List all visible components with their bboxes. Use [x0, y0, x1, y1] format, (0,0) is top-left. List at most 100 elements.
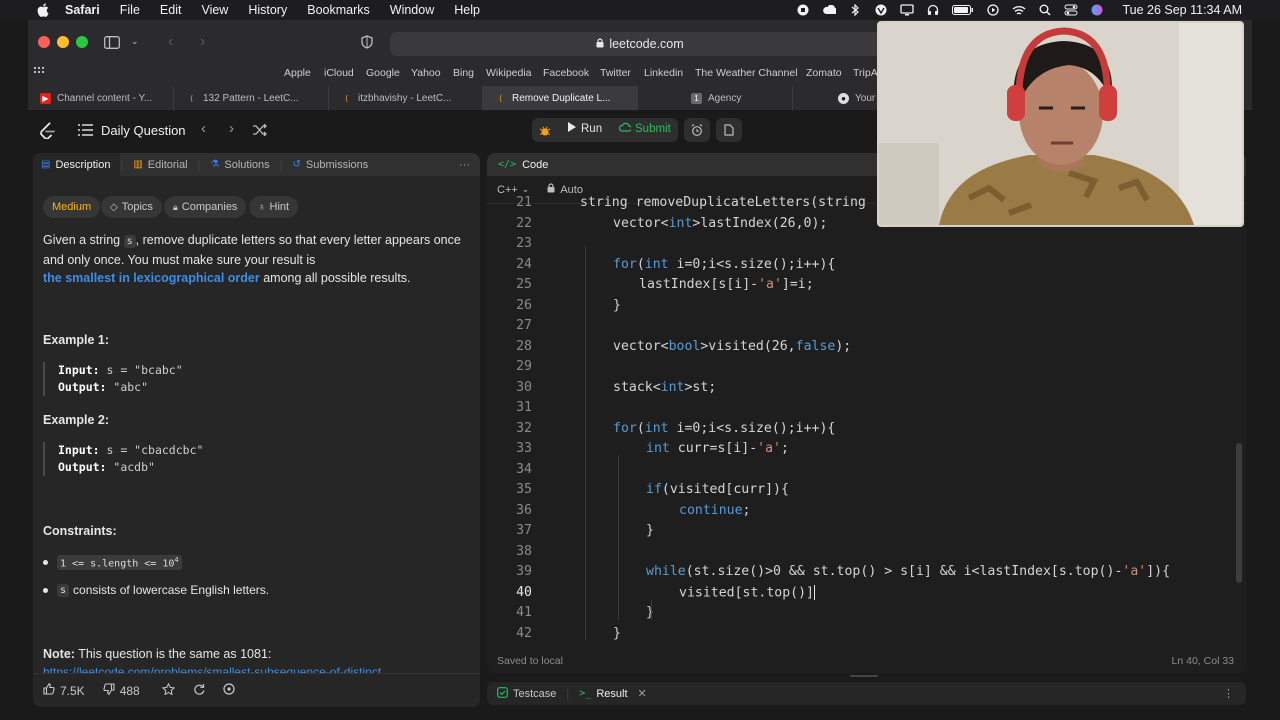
- line-number: 24: [516, 257, 532, 272]
- alarm-clock-icon[interactable]: [684, 118, 710, 142]
- favorite-link[interactable]: Wikipedia: [486, 67, 532, 79]
- code-editor[interactable]: 21 string removeDuplicateLetters(string …: [487, 195, 1246, 645]
- url-text: leetcode.com: [609, 37, 684, 51]
- favorite-link[interactable]: The Weather Channel: [695, 67, 798, 79]
- code-line: }: [613, 626, 621, 641]
- favorite-link[interactable]: Zomato: [806, 67, 842, 79]
- tab-submissions[interactable]: ↺ Submissions: [283, 153, 379, 176]
- tab-title: Agency: [708, 92, 742, 104]
- browser-tab[interactable]: ⟨ 132 Pattern - LeetC...: [174, 86, 329, 110]
- browser-tab[interactable]: 1 Agency: [638, 86, 793, 110]
- siri-icon[interactable]: [1090, 4, 1104, 16]
- hint-label: Hint: [269, 201, 290, 213]
- vpn-icon[interactable]: [874, 4, 888, 16]
- language-selector[interactable]: C++ ⌄: [497, 184, 529, 196]
- next-problem-icon[interactable]: ›: [229, 120, 234, 137]
- daily-question-title[interactable]: Daily Question: [101, 123, 186, 138]
- more-options-icon[interactable]: ⋮: [1223, 687, 1234, 700]
- play-circle-icon[interactable]: [986, 4, 1000, 16]
- tab-solutions[interactable]: ⚗ Solutions: [200, 153, 279, 176]
- webcam-overlay: [877, 21, 1244, 227]
- favorite-link[interactable]: Apple: [284, 67, 311, 79]
- star-icon[interactable]: [161, 682, 175, 698]
- menu-history[interactable]: History: [248, 3, 287, 17]
- hint-tag[interactable]: ♁ Hint: [249, 196, 299, 218]
- favorite-link[interactable]: TripA: [853, 67, 878, 79]
- back-icon[interactable]: ‹: [168, 33, 173, 51]
- submit-button[interactable]: Submit: [618, 122, 671, 135]
- display-icon[interactable]: [900, 4, 915, 16]
- favorite-link[interactable]: Yahoo: [411, 67, 441, 79]
- tab-editorial[interactable]: ▥ Editorial: [123, 153, 197, 176]
- companies-tag[interactable]: 🔒︎ Companies: [164, 196, 247, 218]
- close-icon[interactable]: ✕: [638, 687, 647, 700]
- share-icon[interactable]: [193, 683, 205, 698]
- favorite-link[interactable]: Twitter: [600, 67, 631, 79]
- battery-icon[interactable]: [952, 4, 974, 16]
- tab-result[interactable]: >_ Result ✕: [579, 687, 647, 701]
- menu-bookmarks[interactable]: Bookmarks: [307, 3, 370, 17]
- run-button[interactable]: Run: [568, 122, 602, 135]
- topics-tag[interactable]: ◇ Topics: [101, 196, 162, 218]
- cloud-icon[interactable]: [822, 4, 837, 16]
- prev-problem-icon[interactable]: ‹: [201, 120, 206, 137]
- shuffle-icon[interactable]: [253, 123, 267, 141]
- problem-list-icon[interactable]: [78, 123, 93, 141]
- spotlight-search-icon[interactable]: [1038, 4, 1052, 16]
- favorite-link[interactable]: iCloud: [324, 67, 354, 79]
- cursor-position: Ln 40, Col 33: [1171, 655, 1234, 667]
- editor-scrollbar[interactable]: [1236, 443, 1242, 583]
- close-window-button[interactable]: [38, 36, 50, 48]
- debug-icon[interactable]: [539, 124, 551, 142]
- record-icon[interactable]: [796, 4, 810, 16]
- line-number: 26: [516, 298, 532, 313]
- favorite-link[interactable]: Bing: [453, 67, 474, 79]
- headphones-icon[interactable]: [926, 4, 940, 16]
- note-link[interactable]: https://leetcode.com/problems/smallest-s…: [43, 665, 443, 673]
- browser-tab[interactable]: ▶ Channel content - Y...: [28, 86, 174, 110]
- webcam-person-image: [879, 23, 1242, 225]
- control-center-icon[interactable]: [1064, 4, 1078, 16]
- line-number: 21: [516, 195, 532, 210]
- cloud-upload-icon: [618, 122, 633, 135]
- favorite-link[interactable]: Linkedin: [644, 67, 683, 79]
- like-button[interactable]: 7.5K: [43, 683, 85, 698]
- dislike-button[interactable]: 488: [103, 683, 140, 698]
- auto-mode-toggle[interactable]: Auto: [547, 183, 583, 196]
- grid-icon[interactable]: [34, 67, 45, 79]
- leetcode-favicon-icon: ⟨: [498, 93, 503, 103]
- chevron-down-icon[interactable]: ⌄: [131, 36, 139, 47]
- menubar-clock[interactable]: Tue 26 Sep 11:34 AM: [1122, 3, 1242, 17]
- help-circle-icon[interactable]: [223, 683, 235, 698]
- sidebar-toggle-icon[interactable]: [104, 36, 120, 54]
- testcase-label: Testcase: [513, 687, 557, 700]
- leetcode-logo[interactable]: [40, 121, 56, 144]
- tab-testcase[interactable]: Testcase: [497, 686, 557, 701]
- zoom-window-button[interactable]: [76, 36, 88, 48]
- apple-menu-icon[interactable]: [37, 3, 51, 17]
- checkbox-icon: [497, 686, 508, 701]
- menu-view[interactable]: View: [201, 3, 228, 17]
- notes-icon[interactable]: [716, 118, 742, 142]
- menu-edit[interactable]: Edit: [160, 3, 182, 17]
- privacy-shield-icon[interactable]: [361, 35, 373, 54]
- tab-description[interactable]: ▤ Description: [33, 153, 121, 176]
- browser-tab-active[interactable]: ⟨ Remove Duplicate L...: [483, 86, 638, 110]
- inline-code: s: [123, 235, 136, 248]
- left-panel-footer: 7.5K 488: [33, 673, 480, 707]
- bluetooth-icon[interactable]: [848, 4, 862, 16]
- more-options-icon[interactable]: ···: [459, 159, 470, 171]
- menu-file[interactable]: File: [120, 3, 140, 17]
- favorite-link[interactable]: Google: [366, 67, 400, 79]
- minimize-window-button[interactable]: [57, 36, 69, 48]
- wifi-icon[interactable]: [1012, 4, 1026, 16]
- forward-icon[interactable]: ›: [200, 33, 205, 51]
- panel-resize-handle[interactable]: [850, 675, 878, 677]
- lexicographical-order-link[interactable]: the smallest in lexicographical order: [43, 271, 260, 285]
- address-bar[interactable]: leetcode.com: [390, 32, 890, 56]
- menu-help[interactable]: Help: [454, 3, 480, 17]
- favorite-link[interactable]: Facebook: [543, 67, 589, 79]
- browser-tab[interactable]: ⟨ itzbhavishy - LeetC...: [329, 86, 483, 110]
- menu-window[interactable]: Window: [390, 3, 434, 17]
- app-menu[interactable]: Safari: [65, 3, 100, 17]
